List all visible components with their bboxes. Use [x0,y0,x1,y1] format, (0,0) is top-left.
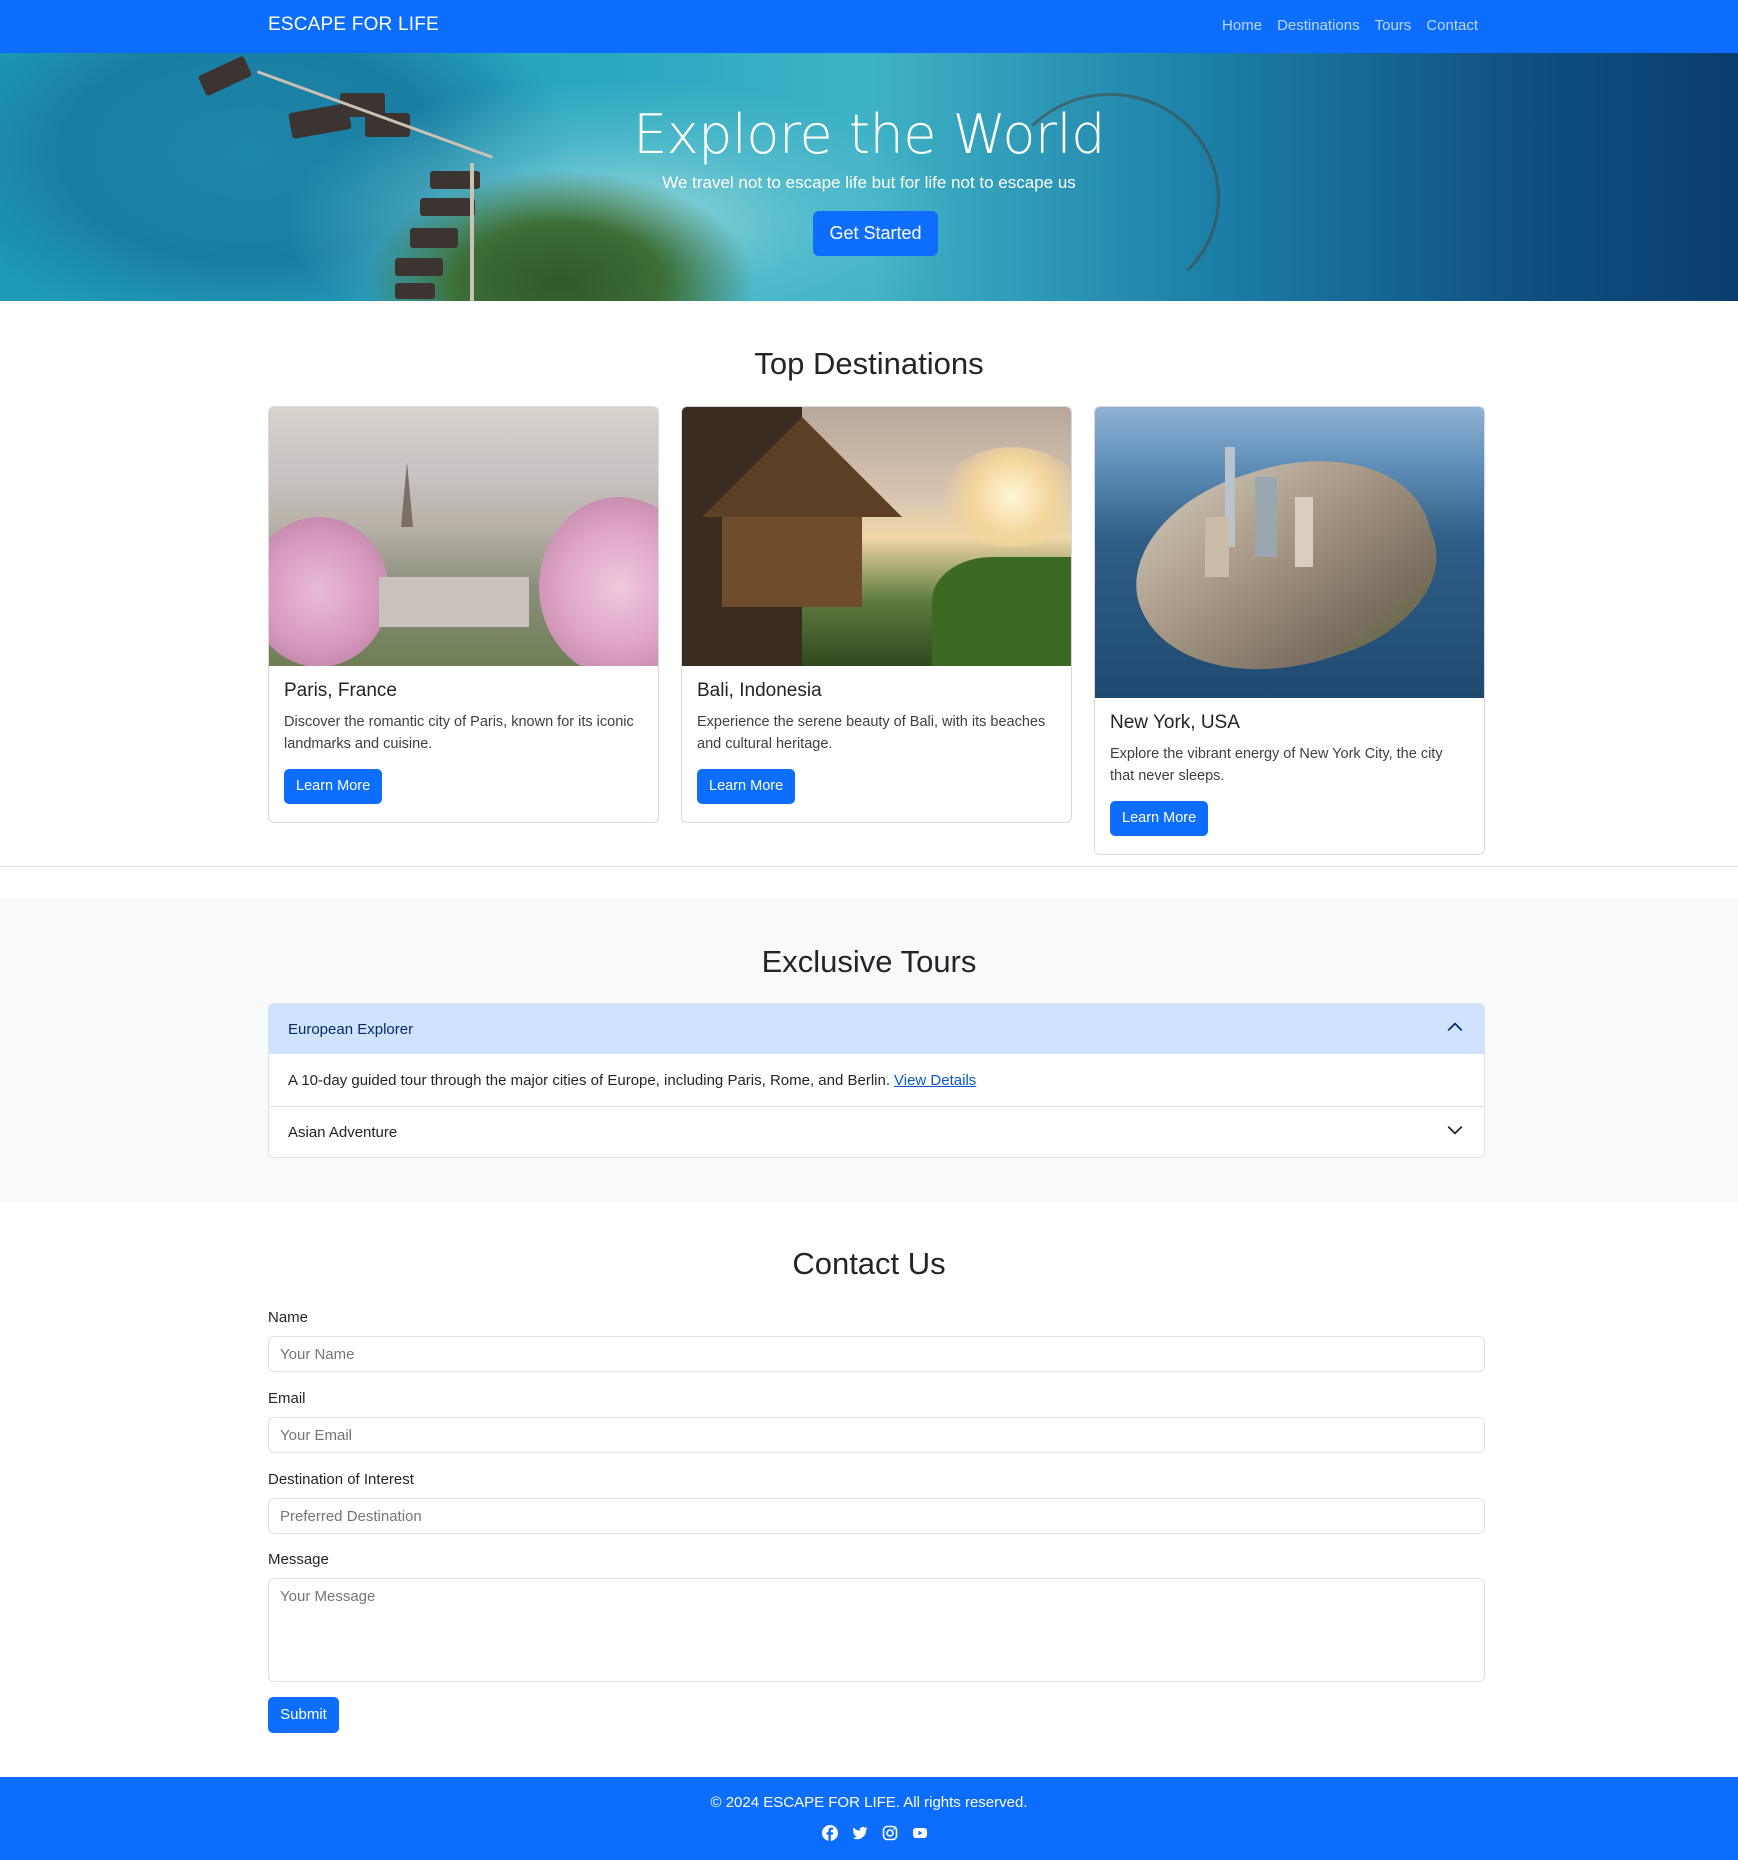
copyright-text: © 2024 ESCAPE FOR LIFE. All rights reser… [710,1794,1028,1811]
card-title: New York, USA [1110,712,1240,733]
nav-link-destinations[interactable]: Destinations [1277,17,1360,34]
nav-link-contact[interactable]: Contact [1426,17,1478,34]
nav-link-tours[interactable]: Tours [1375,17,1412,34]
chevron-down-icon [1447,1126,1463,1135]
hero-title: Explore the World [633,103,1105,166]
brand-logo[interactable]: ESCAPE FOR LIFE [268,14,439,36]
tours-title: Exclusive Tours [761,944,977,979]
accordion-header-asian-adventure[interactable]: Asian Adventure [269,1107,1484,1157]
name-input[interactable] [268,1336,1485,1372]
facebook-icon[interactable] [822,1825,838,1841]
get-started-button[interactable]: Get Started [813,211,938,256]
bali-image [682,407,1071,666]
accordion-body-european-explorer: A 10-day guided tour through the major c… [269,1054,1484,1107]
email-input[interactable] [268,1417,1485,1453]
card-text: Explore the vibrant energy of New York C… [1110,746,1443,784]
card-title: Paris, France [284,680,397,701]
accordion-title: European Explorer [288,1020,414,1038]
instagram-icon[interactable] [882,1825,898,1841]
hero-banner: Explore the World We travel not to escap… [0,53,1738,301]
nav-links: Home Destinations Tours Contact [1207,17,1478,34]
card-text: Experience the serene beauty of Bali, wi… [697,714,1046,752]
message-textarea[interactable] [268,1578,1485,1682]
contact-title: Contact Us [792,1246,946,1281]
learn-more-button-bali[interactable]: Learn More [697,769,796,804]
submit-button[interactable]: Submit [268,1697,339,1733]
learn-more-button-new-york[interactable]: Learn More [1110,801,1209,836]
new-york-image [1095,407,1484,698]
youtube-icon[interactable] [912,1825,928,1841]
nav-link-home[interactable]: Home [1222,17,1262,34]
accordion-header-european-explorer[interactable]: European Explorer [269,1004,1484,1054]
destination-card-new-york: New York, USA Explore the vibrant energy… [1094,406,1485,855]
destination-card-bali: Bali, Indonesia Experience the serene be… [681,406,1072,823]
email-label: Email [268,1390,306,1407]
destination-label: Destination of Interest [268,1471,414,1488]
accordion-body-text: A 10-day guided tour through the major c… [288,1071,891,1089]
footer: © 2024 ESCAPE FOR LIFE. All rights reser… [0,1777,1738,1860]
chevron-up-icon [1447,1022,1463,1031]
navbar: ESCAPE FOR LIFE Home Destinations Tours … [0,0,1738,53]
destination-card-paris: Paris, France Discover the romantic city… [268,406,659,823]
accordion-title: Asian Adventure [288,1123,398,1141]
card-title: Bali, Indonesia [697,680,822,701]
hero-subtitle: We travel not to escape life but for lif… [662,173,1076,192]
destinations-title: Top Destinations [754,346,984,381]
section-divider [0,866,1738,867]
tours-accordion: European Explorer A 10-day guided tour t… [268,1003,1485,1158]
social-links [822,1825,928,1841]
card-text: Discover the romantic city of Paris, kno… [284,714,634,752]
paris-image [269,407,658,666]
twitter-icon[interactable] [852,1825,868,1841]
learn-more-button-paris[interactable]: Learn More [284,769,383,804]
view-details-link[interactable]: View Details [894,1072,976,1089]
message-label: Message [268,1551,329,1568]
destination-input[interactable] [268,1498,1485,1534]
name-label: Name [268,1309,309,1326]
